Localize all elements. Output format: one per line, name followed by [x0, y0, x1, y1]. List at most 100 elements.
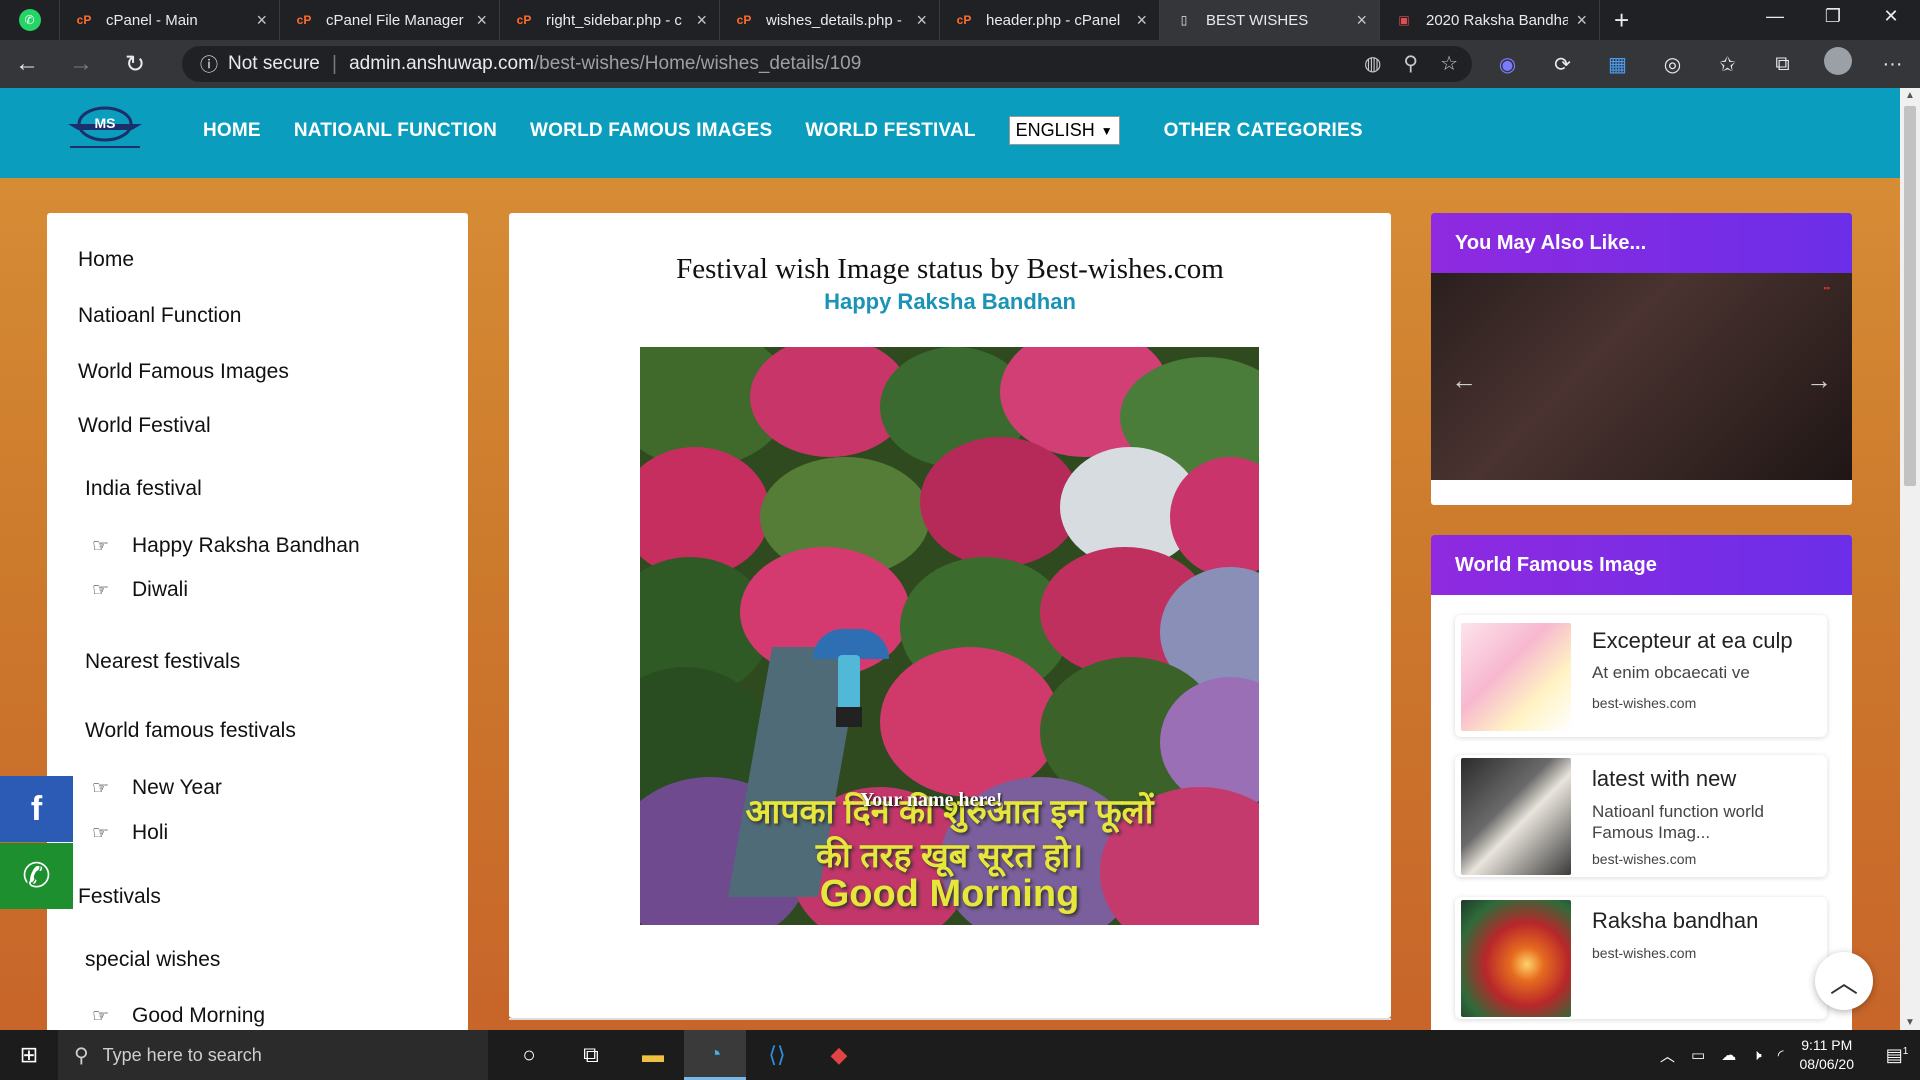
arrow-left-icon[interactable]: ←	[1451, 365, 1477, 396]
nav-home[interactable]: HOME	[203, 120, 261, 142]
globe-icon[interactable]: ◎	[1645, 52, 1700, 77]
scroll-up-icon[interactable]: ▲	[1900, 90, 1920, 101]
file-explorer-icon[interactable]: ▬	[622, 1030, 684, 1080]
nav-world-famous-images[interactable]: WORLD FAMOUS IMAGES	[530, 120, 772, 142]
menu-festivals[interactable]: Festivals	[78, 885, 161, 909]
menu-world-festival[interactable]: World Festival	[78, 414, 211, 438]
card-title: Excepteur at ea culp	[1592, 628, 1793, 653]
tab-header-php[interactable]: cP header.php - cPanel ×	[940, 0, 1160, 40]
card-thumbnail	[1461, 623, 1571, 731]
menu-world-famous-images[interactable]: World Famous Images	[78, 360, 289, 384]
menu-national-function[interactable]: Natioanl Function	[78, 304, 241, 328]
forward-icon[interactable]: →	[54, 50, 108, 78]
menu-world-famous-festivals[interactable]: World famous festivals	[85, 719, 296, 743]
url-separator: |	[331, 52, 338, 75]
arrow-right-icon[interactable]: →	[1806, 365, 1832, 396]
wifi-icon[interactable]: ◜	[1778, 1046, 1784, 1064]
list-item[interactable]: Excepteur at ea culp At enim obcaecati v…	[1455, 615, 1827, 737]
page-title: Festival wish Image status by Best-wishe…	[676, 253, 1224, 285]
ms-logo[interactable]: MS	[60, 98, 150, 158]
close-icon[interactable]: ×	[916, 10, 927, 31]
divider	[509, 1018, 1391, 1020]
clock-time: 9:11 PM	[1801, 1037, 1853, 1053]
tab-wishes-details[interactable]: cP wishes_details.php - ×	[720, 0, 940, 40]
vscode-icon[interactable]: ⟨⟩	[746, 1030, 808, 1080]
tab-file-manager[interactable]: cP cPanel File Manager ×	[280, 0, 500, 40]
page-scrollbar[interactable]: ▲ ▼	[1900, 88, 1920, 1030]
menu-raksha-bandhan[interactable]: ☞ Happy Raksha Bandhan	[92, 534, 360, 558]
tracking-icon[interactable]: ◍	[1364, 51, 1381, 76]
menu-good-morning[interactable]: ☞ Good Morning	[92, 1004, 265, 1028]
site-nav: MS HOME NATIOANL FUNCTION WORLD FAMOUS I…	[0, 88, 1900, 178]
facebook-share-button[interactable]: f	[0, 776, 73, 842]
nav-national-function[interactable]: NATIOANL FUNCTION	[294, 120, 497, 142]
notification-count: 1	[1902, 1045, 1909, 1057]
nav-other-categories[interactable]: OTHER CATEGORIES	[1164, 120, 1363, 142]
menu-nearest-festivals[interactable]: Nearest festivals	[85, 650, 240, 674]
git-app-icon[interactable]: ◆	[808, 1030, 870, 1080]
close-icon[interactable]: ×	[1136, 10, 1147, 31]
extension-f-icon[interactable]: ▦	[1590, 52, 1645, 77]
onedrive-icon[interactable]: ☁	[1721, 1046, 1736, 1064]
close-icon[interactable]: ×	[256, 10, 267, 31]
whatsapp-icon: ✆	[18, 9, 41, 31]
url-field[interactable]: ⓘ Not secure | admin.anshuwap.com /best-…	[182, 46, 1472, 82]
extension-icon[interactable]: ◉	[1480, 52, 1535, 77]
menu-holi[interactable]: ☞ Holi	[92, 821, 168, 845]
tab-cpanel-main[interactable]: cP cPanel - Main ×	[60, 0, 280, 40]
collections-icon[interactable]: ⧉	[1755, 53, 1810, 76]
back-icon[interactable]: ←	[0, 50, 54, 78]
battery-icon[interactable]: ▭	[1691, 1046, 1705, 1064]
scroll-to-top-button[interactable]: ︿	[1815, 952, 1873, 1010]
windows-start-icon[interactable]: ⊞	[0, 1042, 58, 1068]
windows-taskbar: ⊞ ⚲ Type here to search ○ ⧉ ▬ ◔ ⟨⟩ ◆ ︿ ▭…	[0, 1030, 1920, 1080]
refresh-extension-icon[interactable]: ⟳	[1535, 52, 1590, 77]
cortana-icon[interactable]: ○	[498, 1030, 560, 1080]
also-like-widget: You May Also Like... ▪▪ ← →	[1431, 213, 1852, 505]
menu-new-year[interactable]: ☞ New Year	[92, 776, 222, 800]
favorites-icon[interactable]: ✩	[1700, 52, 1755, 77]
security-label: Not secure	[228, 53, 320, 74]
nav-world-festival[interactable]: WORLD FESTIVAL	[805, 120, 975, 142]
url-path: /best-wishes/Home/wishes_details/109	[533, 53, 862, 74]
tab-raksha-bandhan[interactable]: ▣ 2020 Raksha Bandha ×	[1380, 0, 1600, 40]
maximize-icon[interactable]: ❐	[1804, 0, 1862, 32]
info-icon[interactable]: ⓘ	[200, 51, 218, 77]
notifications-button[interactable]: ▤1	[1874, 1045, 1920, 1066]
list-item[interactable]: latest with new Natioanl function world …	[1455, 755, 1827, 877]
scrollbar-thumb[interactable]	[1904, 106, 1916, 486]
profile-avatar[interactable]	[1810, 47, 1865, 81]
scroll-down-icon[interactable]: ▼	[1900, 1017, 1920, 1028]
close-icon[interactable]: ×	[1356, 10, 1367, 31]
volume-muted-icon[interactable]: 🕨	[1752, 1047, 1761, 1064]
also-like-carousel[interactable]: ▪▪ ← →	[1431, 273, 1852, 480]
favorite-star-icon[interactable]: ☆	[1440, 51, 1458, 76]
tab-title: wishes_details.php -	[766, 11, 902, 29]
menu-special-wishes[interactable]: special wishes	[85, 948, 220, 972]
close-icon[interactable]: ×	[476, 10, 487, 31]
chevron-up-icon[interactable]: ︿	[1660, 1045, 1675, 1066]
close-icon[interactable]: ×	[1576, 10, 1587, 31]
new-tab-button[interactable]: +	[1614, 5, 1629, 36]
main-menu: HOME NATIOANL FUNCTION WORLD FAMOUS IMAG…	[203, 116, 1396, 145]
task-view-icon[interactable]: ⧉	[560, 1030, 622, 1080]
list-item[interactable]: Raksha bandhan best-wishes.com	[1455, 897, 1827, 1019]
language-select[interactable]: ENGLISH ▼	[1008, 116, 1120, 145]
close-window-icon[interactable]: ✕	[1862, 0, 1920, 32]
menu-india-festival[interactable]: India festival	[85, 477, 202, 501]
tab-right-sidebar[interactable]: cP right_sidebar.php - c ×	[500, 0, 720, 40]
tab-best-wishes[interactable]: ▯ BEST WISHES ×	[1160, 0, 1380, 40]
zoom-icon[interactable]: ⚲	[1403, 51, 1418, 76]
whatsapp-share-button[interactable]: ✆	[0, 843, 73, 909]
edge-browser-icon[interactable]: ◔	[684, 1030, 746, 1080]
taskbar-search-input[interactable]: ⚲ Type here to search	[58, 1030, 488, 1080]
minimize-icon[interactable]: —	[1746, 0, 1804, 32]
system-clock[interactable]: 9:11 PM 08/06/20	[1800, 1036, 1855, 1074]
close-icon[interactable]: ×	[696, 10, 707, 31]
reload-icon[interactable]: ↻	[108, 50, 162, 79]
menu-label: Holi	[132, 821, 169, 844]
menu-diwali[interactable]: ☞ Diwali	[92, 578, 188, 602]
more-icon[interactable]: ···	[1865, 53, 1920, 76]
menu-home[interactable]: Home	[78, 248, 134, 272]
tab-whatsapp[interactable]: ✆	[0, 0, 60, 40]
